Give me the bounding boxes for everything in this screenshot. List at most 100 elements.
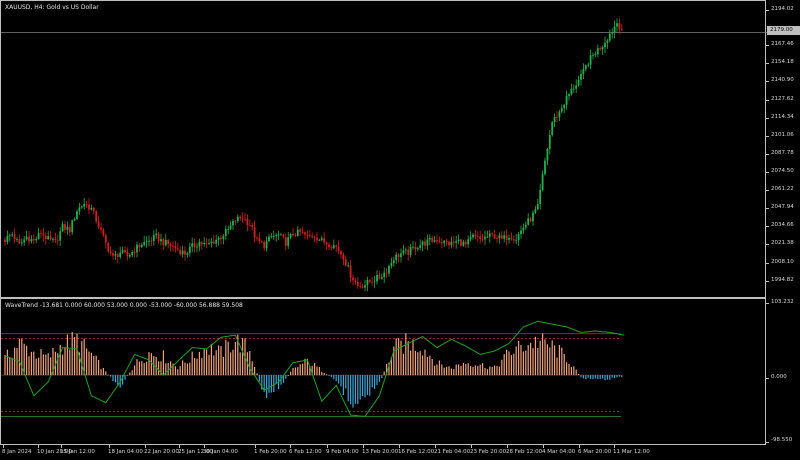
price-axis-label: 2114.34 — [771, 114, 794, 120]
candle-bear — [311, 235, 314, 238]
candle-bear — [354, 280, 357, 282]
time-axis-label: 6 Feb 12:00 — [289, 449, 322, 455]
wavetrend-pane[interactable]: WaveTrend -13.681 0.000 60.000 53.000 0.… — [0, 298, 766, 445]
histogram-bar-positive — [102, 367, 104, 376]
candle-bear — [342, 254, 345, 260]
chart-window[interactable]: XAUUSD, H4: Gold vs US Dollar 2194.02 216… — [0, 0, 800, 460]
candle-bear — [445, 240, 448, 242]
candle-bear — [407, 249, 410, 255]
candle-bull — [8, 235, 11, 237]
candle-bear — [438, 241, 441, 243]
candle-bull — [152, 235, 155, 242]
candle-bull — [215, 239, 218, 244]
histogram-bar-positive — [467, 363, 469, 376]
time-axis-label: 23 Feb 20:00 — [470, 449, 507, 455]
candle-bull — [270, 236, 273, 238]
price-chart-pane[interactable]: XAUUSD, H4: Gold vs US Dollar — [0, 0, 767, 298]
candle-bull — [517, 234, 520, 240]
candle-bear — [282, 234, 285, 238]
price-axis-tick — [766, 244, 769, 245]
candle-bear — [512, 239, 515, 241]
indicator-axis[interactable]: 103.232 0.000 -98.550 — [766, 298, 800, 445]
histogram-bar-positive — [148, 352, 150, 376]
indicator-axis-label-bottom: -98.550 — [771, 437, 793, 443]
histogram-bar-negative — [374, 375, 376, 389]
candle-bear — [284, 237, 287, 246]
histogram-bar-positive — [256, 373, 258, 376]
histogram-bar-positive — [196, 358, 198, 376]
candle-bear — [102, 229, 105, 236]
candle-bull — [570, 88, 573, 95]
candle-bull — [395, 254, 398, 261]
histogram-bar-positive — [450, 368, 452, 376]
candle-bear — [556, 117, 558, 118]
price-axis-tick — [766, 154, 769, 155]
candle-bear — [162, 239, 165, 246]
price-axis-tick — [766, 208, 769, 209]
histogram-bar-positive — [501, 359, 503, 376]
symbol-title: XAUUSD, H4: Gold vs US Dollar — [5, 4, 99, 11]
histogram-bar-positive — [383, 371, 385, 376]
candle-bull — [568, 94, 570, 97]
histogram-bar-positive — [95, 355, 97, 376]
candle-bull — [373, 281, 376, 283]
candle-bull — [524, 224, 527, 228]
candle-bear — [620, 28, 623, 30]
candle-bull — [450, 241, 453, 246]
candle-bull — [136, 244, 138, 253]
candle-bull — [388, 266, 390, 274]
time-axis-label: 13 Feb 20:00 — [362, 449, 399, 455]
candle-bull — [534, 209, 537, 213]
price-axis-tick — [766, 190, 769, 191]
histogram-bar-positive — [290, 371, 292, 376]
histogram-bar-positive — [218, 345, 220, 376]
candle-bull — [140, 244, 143, 248]
candle-bear — [97, 221, 100, 228]
price-axis-tick — [766, 226, 769, 227]
candle-bull — [416, 247, 419, 250]
histogram-bar-positive — [66, 334, 68, 376]
price-axis[interactable]: 2194.02 2167.46 2154.18 2140.90 2127.62 2114.… — [766, 0, 800, 298]
wavetrend-chart — [1, 320, 625, 417]
candle-bull — [486, 236, 489, 238]
candle-bear — [500, 235, 503, 239]
histogram-bar-negative — [369, 375, 371, 396]
histogram-bar-positive — [513, 353, 515, 376]
time-axis-tick — [435, 445, 436, 448]
histogram-bar-positive — [424, 349, 426, 376]
candle-bull — [376, 274, 378, 282]
histogram-bar-positive — [189, 362, 191, 376]
candle-bear — [260, 241, 263, 243]
histogram-bar-negative — [378, 375, 380, 382]
price-axis-tick — [766, 263, 769, 264]
candle-bear — [133, 251, 136, 253]
candle-bull — [484, 236, 486, 240]
histogram-bar-positive — [419, 351, 421, 376]
candle-bear — [397, 254, 400, 258]
histogram-bar-positive — [230, 352, 232, 376]
histogram-bar-positive — [575, 369, 577, 376]
candle-bull — [428, 237, 431, 240]
candle-bear — [138, 244, 141, 248]
candle-bull — [347, 265, 350, 267]
histogram-bar-positive — [93, 356, 95, 376]
time-axis-label: 21 Feb 04:00 — [434, 449, 471, 455]
histogram-bar-positive — [6, 349, 8, 376]
time-axis-label: 1 Feb 20:00 — [254, 449, 287, 455]
histogram-bar-positive — [105, 371, 107, 376]
candle-bull — [164, 239, 167, 246]
time-axis[interactable]: 8 Jan 2024 10 Jan 20:00 15 Jan 12:00 18 Jan… — [0, 445, 766, 460]
histogram-bar-positive — [455, 364, 457, 376]
histogram-bar-negative — [376, 375, 378, 385]
histogram-bar-negative — [258, 375, 260, 382]
candle-bear — [385, 272, 388, 274]
price-axis-label: 2127.62 — [771, 96, 794, 102]
histogram-bar-positive — [62, 354, 64, 376]
histogram-bar-positive — [210, 343, 212, 376]
histogram-bar-positive — [297, 367, 299, 376]
histogram-bar-positive — [186, 363, 188, 376]
histogram-bar-positive — [134, 365, 136, 376]
histogram-bar-negative — [381, 375, 383, 378]
candle-bull — [30, 238, 33, 242]
histogram-bar-positive — [465, 363, 467, 376]
